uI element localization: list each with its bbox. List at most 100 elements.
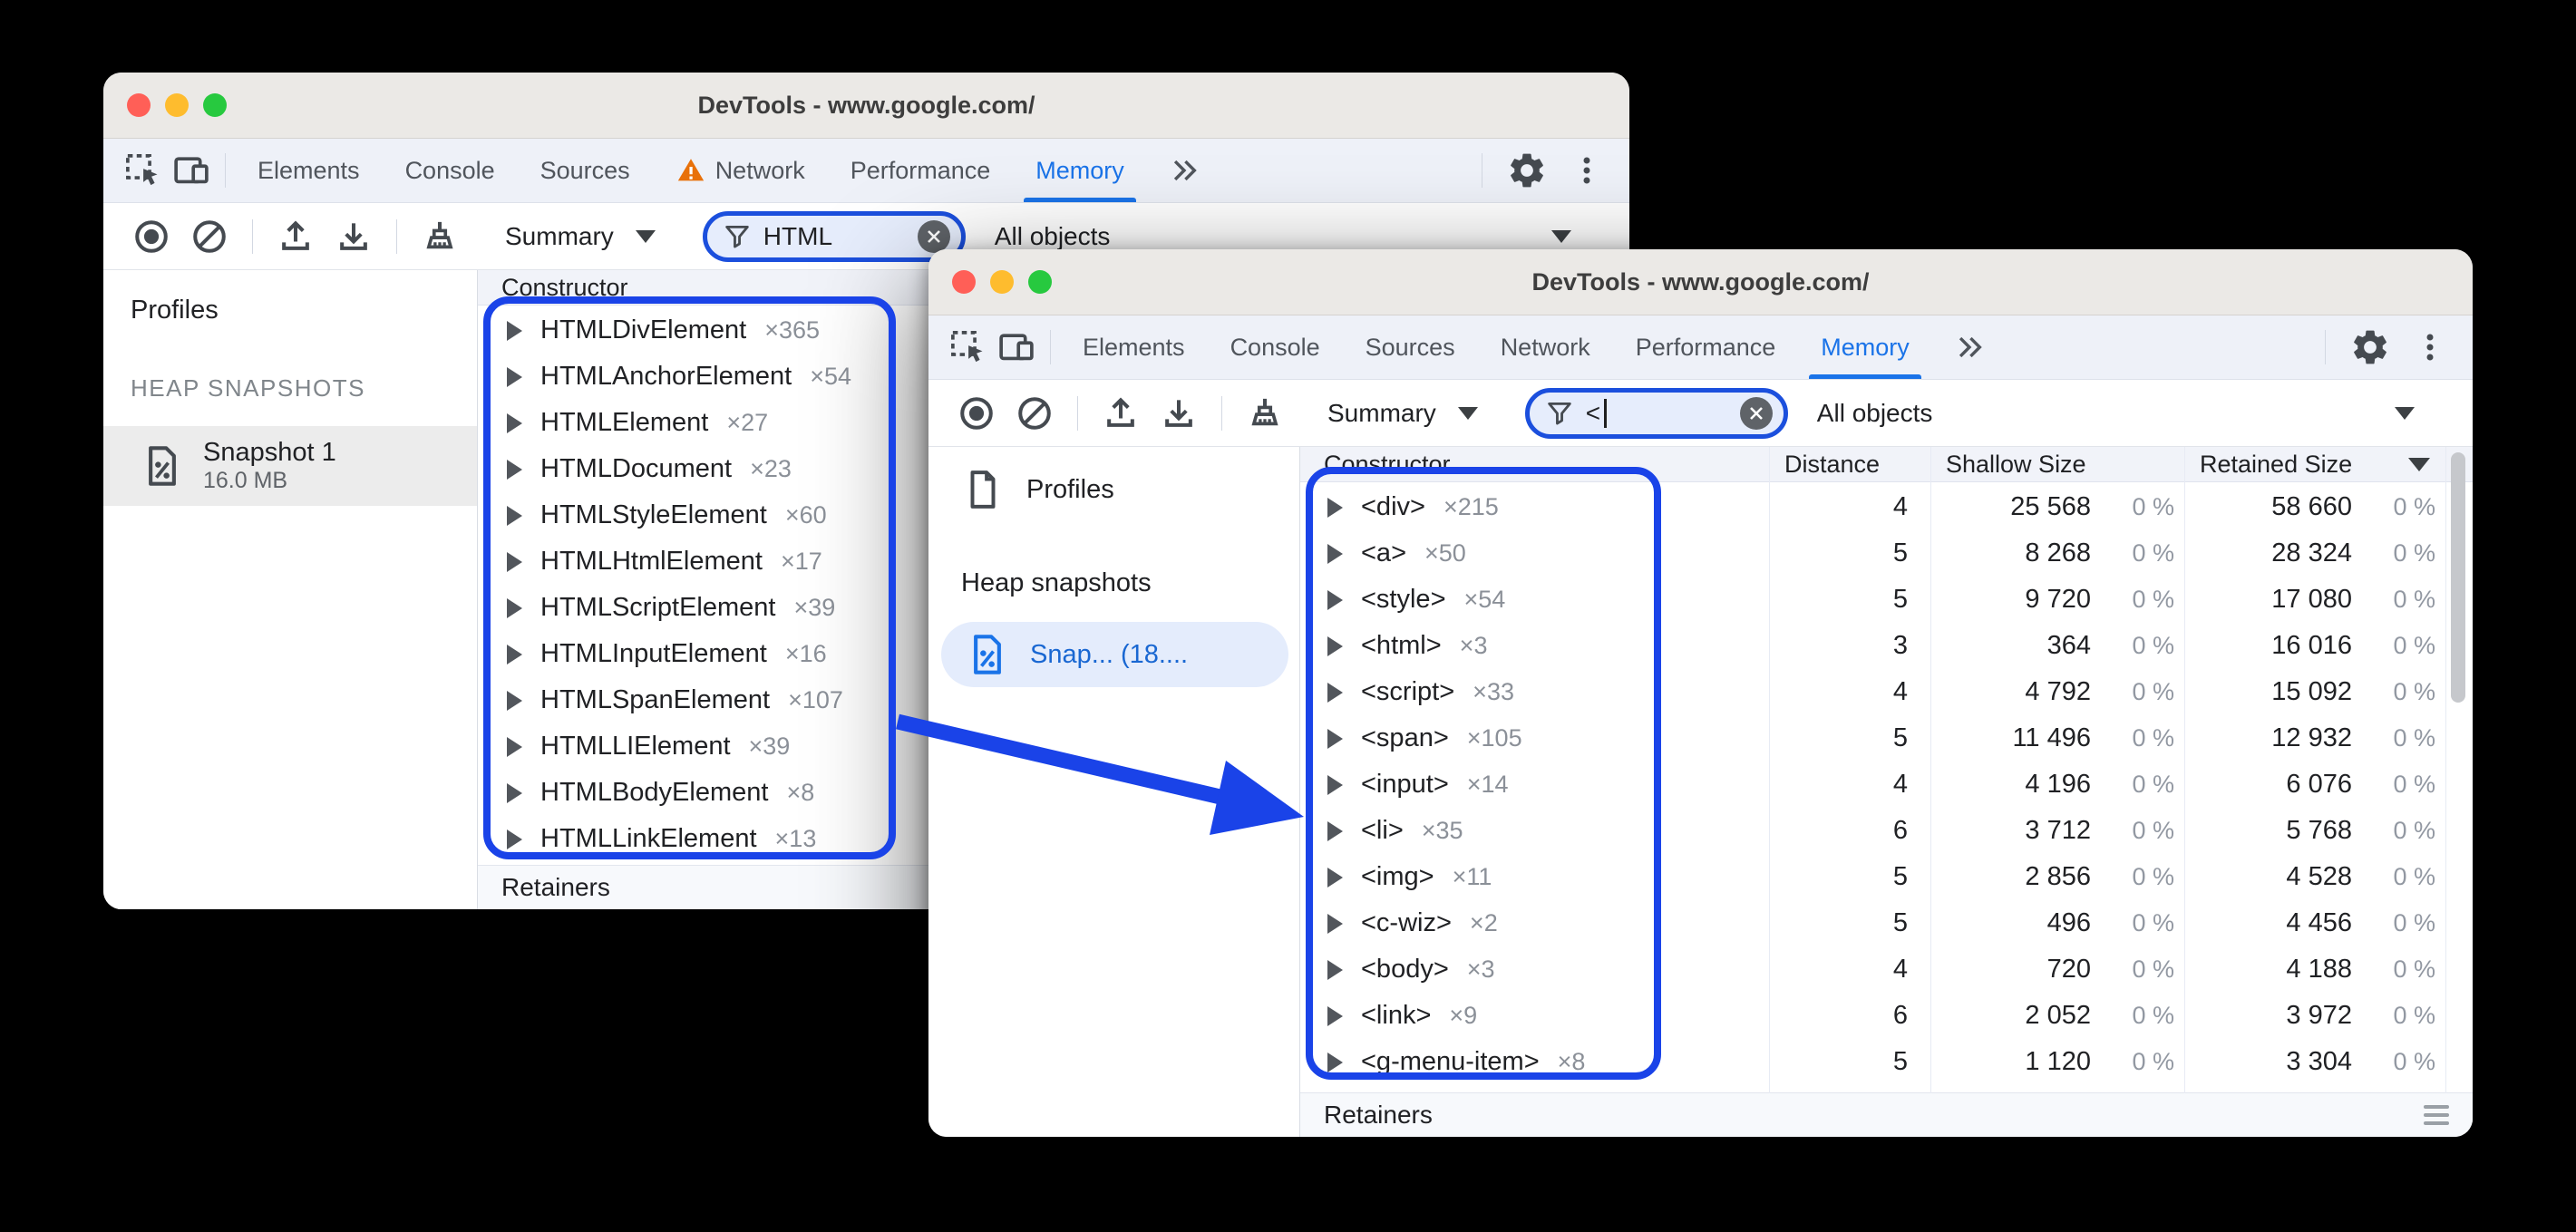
snapshot-item[interactable]: Snapshot 1 16.0 MB: [103, 426, 477, 506]
expand-triangle-icon[interactable]: [1327, 1005, 1343, 1026]
class-filter-input[interactable]: HTML: [702, 210, 966, 262]
close-window-button[interactable]: [952, 270, 976, 294]
constructor-row[interactable]: <style> ×54 5 9 720 0 % 17 080 0 %: [1300, 577, 2473, 623]
settings-gear-icon[interactable]: [2346, 323, 2395, 372]
expand-triangle-icon[interactable]: [1327, 635, 1343, 656]
expand-triangle-icon[interactable]: [1327, 959, 1343, 980]
constructor-name: <g-menu-item>: [1361, 1047, 1540, 1076]
constructor-row[interactable]: <img> ×11 5 2 856 0 % 4 528 0 %: [1300, 854, 2473, 900]
tab-memory[interactable]: Memory: [1013, 139, 1147, 202]
zoom-window-button[interactable]: [203, 93, 227, 117]
device-toolbar-icon[interactable]: [992, 323, 1041, 372]
tab-performance[interactable]: Performance: [1613, 315, 1799, 379]
expand-triangle-icon[interactable]: [507, 551, 522, 572]
expand-triangle-icon[interactable]: [507, 459, 522, 480]
constructor-row[interactable]: <c-wiz> ×2 5 496 0 % 4 456 0 %: [1300, 900, 2473, 946]
settings-gear-icon[interactable]: [1502, 146, 1551, 195]
expand-triangle-icon[interactable]: [1327, 774, 1343, 795]
perspective-select[interactable]: Summary: [505, 222, 656, 251]
more-options-icon[interactable]: [1562, 146, 1611, 195]
shallow-size-column-header[interactable]: Shallow Size: [1931, 447, 2185, 481]
retained-size-percent: 0 %: [2393, 586, 2435, 613]
zoom-window-button[interactable]: [1028, 270, 1052, 294]
expand-triangle-icon[interactable]: [1327, 497, 1343, 518]
clean-garbage-icon[interactable]: [415, 212, 464, 261]
object-scope-select[interactable]: All objects: [1817, 399, 1933, 428]
perspective-select[interactable]: Summary: [1327, 399, 1478, 428]
expand-triangle-icon[interactable]: [507, 644, 522, 665]
constructor-row[interactable]: <g-menu-item> ×8 5 1 120 0 % 3 304 0 %: [1300, 1039, 2473, 1085]
constructor-row[interactable]: <link> ×9 6 2 052 0 % 3 972 0 %: [1300, 993, 2473, 1039]
tab-memory[interactable]: Memory: [1798, 315, 1932, 379]
class-filter-input[interactable]: <: [1524, 387, 1788, 439]
expand-triangle-icon[interactable]: [507, 736, 522, 757]
save-profile-icon[interactable]: [1154, 389, 1203, 438]
tab-console[interactable]: Console: [383, 139, 518, 202]
save-profile-icon[interactable]: [329, 212, 378, 261]
constructor-row[interactable]: <script> ×33 4 4 792 0 % 15 092 0 %: [1300, 669, 2473, 715]
expand-triangle-icon[interactable]: [1327, 867, 1343, 888]
device-toolbar-icon[interactable]: [167, 146, 216, 195]
tab-sources[interactable]: Sources: [518, 139, 653, 202]
constructor-row[interactable]: <body> ×3 4 720 0 % 4 188 0 %: [1300, 946, 2473, 993]
constructor-row[interactable]: <input> ×14 4 4 196 0 % 6 076 0 %: [1300, 762, 2473, 808]
minimize-window-button[interactable]: [165, 93, 189, 117]
clear-filter-icon[interactable]: [1739, 396, 1773, 430]
tab-console[interactable]: Console: [1208, 315, 1343, 379]
inspect-element-icon[interactable]: [943, 323, 992, 372]
expand-triangle-icon[interactable]: [1327, 820, 1343, 841]
expand-triangle-icon[interactable]: [1327, 682, 1343, 703]
inspect-element-icon[interactable]: [118, 146, 167, 195]
snapshot-item-selected[interactable]: Snap... (18....: [941, 622, 1288, 687]
expand-triangle-icon[interactable]: [507, 412, 522, 433]
record-heap-icon[interactable]: [127, 212, 176, 261]
devtools-tabbar: Elements Console Sources Network Perform…: [103, 139, 1629, 203]
expand-triangle-icon[interactable]: [1327, 728, 1343, 749]
tab-sources[interactable]: Sources: [1343, 315, 1478, 379]
hamburger-menu-icon[interactable]: [2424, 1105, 2449, 1125]
expand-triangle-icon[interactable]: [507, 597, 522, 618]
more-tabs-icon[interactable]: [1147, 146, 1221, 195]
constructor-name: <script>: [1361, 677, 1455, 706]
expand-triangle-icon[interactable]: [507, 505, 522, 526]
more-tabs-icon[interactable]: [1932, 323, 2007, 372]
retained-size-column-header[interactable]: Retained Size: [2185, 447, 2446, 481]
expand-triangle-icon[interactable]: [507, 782, 522, 803]
tab-network[interactable]: Network: [653, 139, 828, 202]
expand-triangle-icon[interactable]: [507, 366, 522, 387]
constructor-row[interactable]: <span> ×105 5 11 496 0 % 12 932 0 %: [1300, 715, 2473, 762]
more-options-icon[interactable]: [2406, 323, 2454, 372]
constructor-row[interactable]: <li> ×35 6 3 712 0 % 5 768 0 %: [1300, 808, 2473, 854]
minimize-window-button[interactable]: [990, 270, 1014, 294]
clear-profiles-icon[interactable]: [185, 212, 234, 261]
retainers-bar[interactable]: Retainers: [1300, 1092, 2473, 1137]
expand-triangle-icon[interactable]: [507, 320, 522, 341]
clear-profiles-icon[interactable]: [1010, 389, 1059, 438]
profiles-item[interactable]: Profiles: [928, 447, 1299, 510]
clean-garbage-icon[interactable]: [1240, 389, 1289, 438]
expand-triangle-icon[interactable]: [1327, 1052, 1343, 1072]
clear-filter-icon[interactable]: [917, 219, 950, 253]
expand-triangle-icon[interactable]: [1327, 543, 1343, 564]
expand-triangle-icon[interactable]: [507, 829, 522, 849]
close-window-button[interactable]: [127, 93, 151, 117]
expand-triangle-icon[interactable]: [507, 690, 522, 711]
constructor-row[interactable]: <a> ×50 5 8 268 0 % 28 324 0 %: [1300, 530, 2473, 577]
tab-performance[interactable]: Performance: [828, 139, 1014, 202]
load-profile-icon[interactable]: [1096, 389, 1145, 438]
distance-column-header[interactable]: Distance: [1770, 447, 1931, 481]
constructor-column-header[interactable]: Constructor: [1300, 447, 1770, 481]
tab-elements[interactable]: Elements: [1060, 315, 1208, 379]
object-scope-select[interactable]: All objects: [995, 222, 1111, 251]
expand-triangle-icon[interactable]: [1327, 913, 1343, 934]
snapshot-name: Snapshot 1: [203, 437, 336, 467]
constructor-row[interactable]: <div> ×215 4 25 568 0 % 58 660 0 %: [1300, 484, 2473, 530]
tab-network[interactable]: Network: [1478, 315, 1613, 379]
tab-elements[interactable]: Elements: [235, 139, 383, 202]
vertical-scrollbar[interactable]: [2451, 452, 2465, 703]
constructor-row[interactable]: <html> ×3 3 364 0 % 16 016 0 %: [1300, 623, 2473, 669]
expand-triangle-icon[interactable]: [1327, 589, 1343, 610]
record-heap-icon[interactable]: [952, 389, 1001, 438]
load-profile-icon[interactable]: [271, 212, 320, 261]
snapshot-icon: [968, 633, 1006, 676]
